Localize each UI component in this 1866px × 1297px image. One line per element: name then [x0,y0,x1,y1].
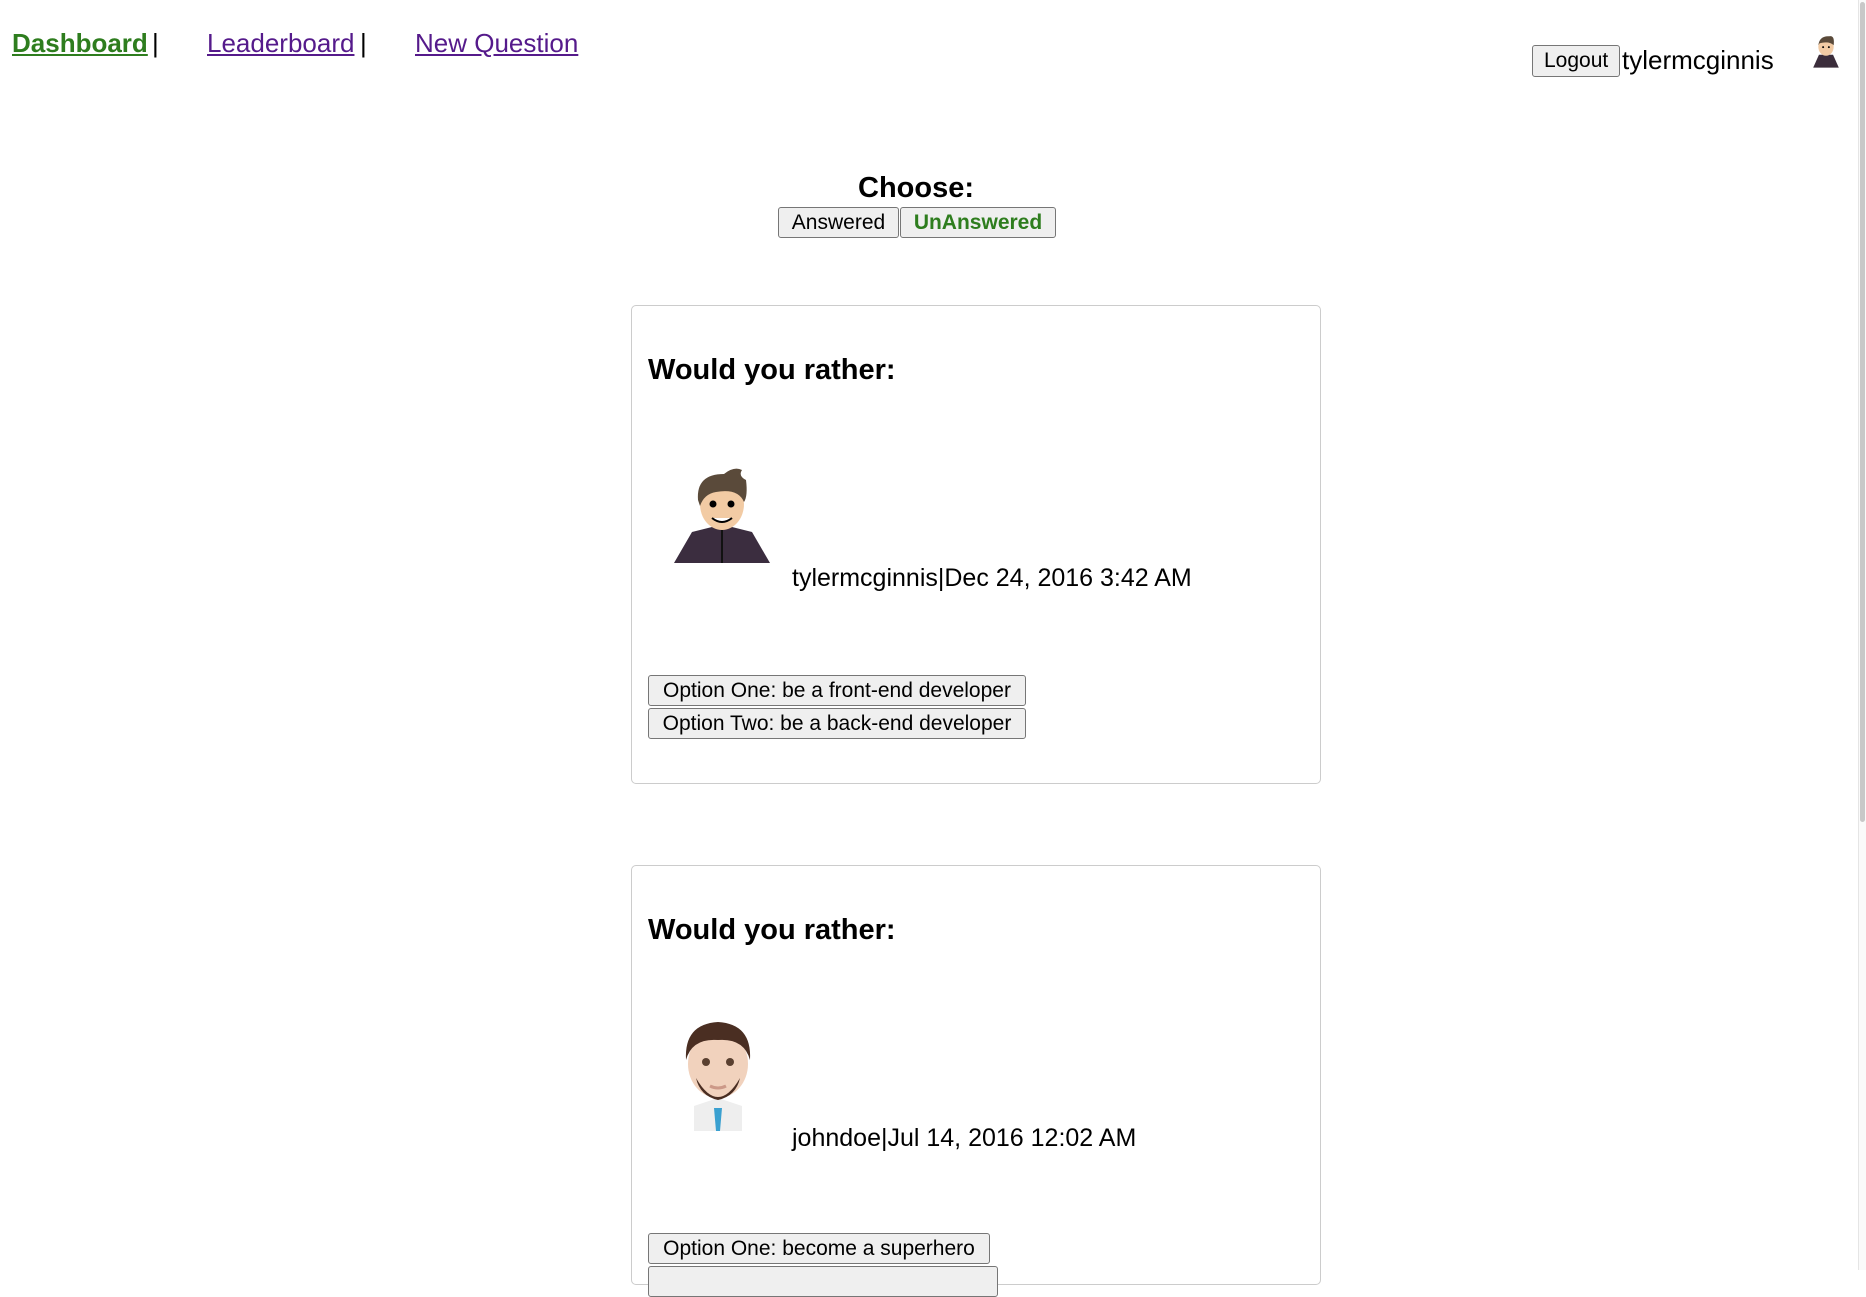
nav-leaderboard-link[interactable]: Leaderboard [207,28,354,59]
unanswered-tab[interactable]: UnAnswered [900,207,1056,238]
question-byline: tylermcginnis|Dec 24, 2016 3:42 AM [792,564,1192,592]
nav-separator: | [152,28,159,58]
nav-dashboard-link[interactable]: Dashboard [12,28,148,59]
question-card: Would you rather: johndoe|Jul 14, 2016 1… [631,865,1321,1297]
option-two-button[interactable] [648,1266,998,1297]
author-avatar-icon [674,468,770,563]
answered-tab[interactable]: Answered [778,207,899,238]
option-two-button[interactable]: Option Two: be a back-end developer [648,708,1026,739]
logout-button[interactable]: Logout [1532,45,1621,77]
question-card: Would you rather: tylermcginnis|Dec 24, … [631,305,1321,784]
page-scrollbar[interactable] [1858,0,1866,1270]
option-one-button[interactable]: Option One: be a front-end developer [648,675,1026,706]
user-avatar-icon [1813,36,1839,68]
current-username: tylermcginnis [1622,45,1774,75]
nav-separator: | [360,28,367,58]
question-title: Would you rather: [648,354,896,386]
nav-new-question-link[interactable]: New Question [415,28,578,59]
filter-heading: Choose: [858,172,974,204]
question-byline: johndoe|Jul 14, 2016 12:02 AM [792,1124,1137,1152]
author-avatar-icon [685,1022,751,1131]
scrollbar-thumb[interactable] [1860,2,1865,822]
option-one-button[interactable]: Option One: become a superhero [648,1233,990,1264]
question-title: Would you rather: [648,914,896,946]
